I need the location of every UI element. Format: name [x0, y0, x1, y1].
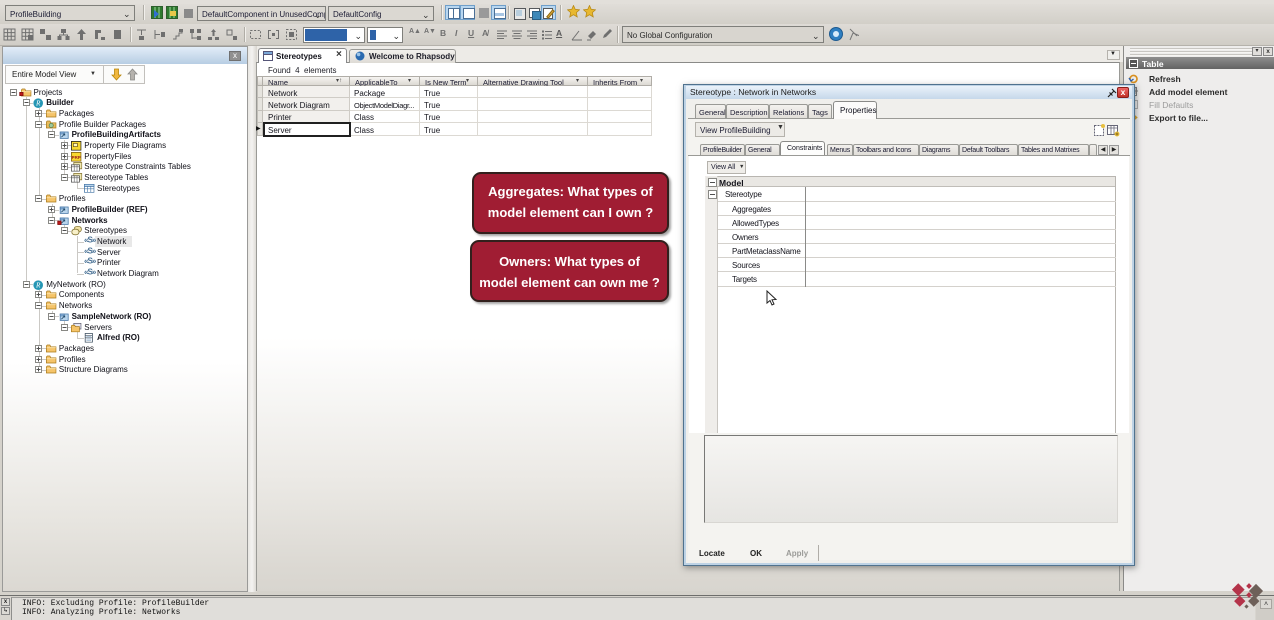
svg-text:R: R — [35, 281, 41, 289]
svg-text:PRP: PRP — [72, 154, 81, 159]
svg-text:R: R — [35, 100, 41, 108]
